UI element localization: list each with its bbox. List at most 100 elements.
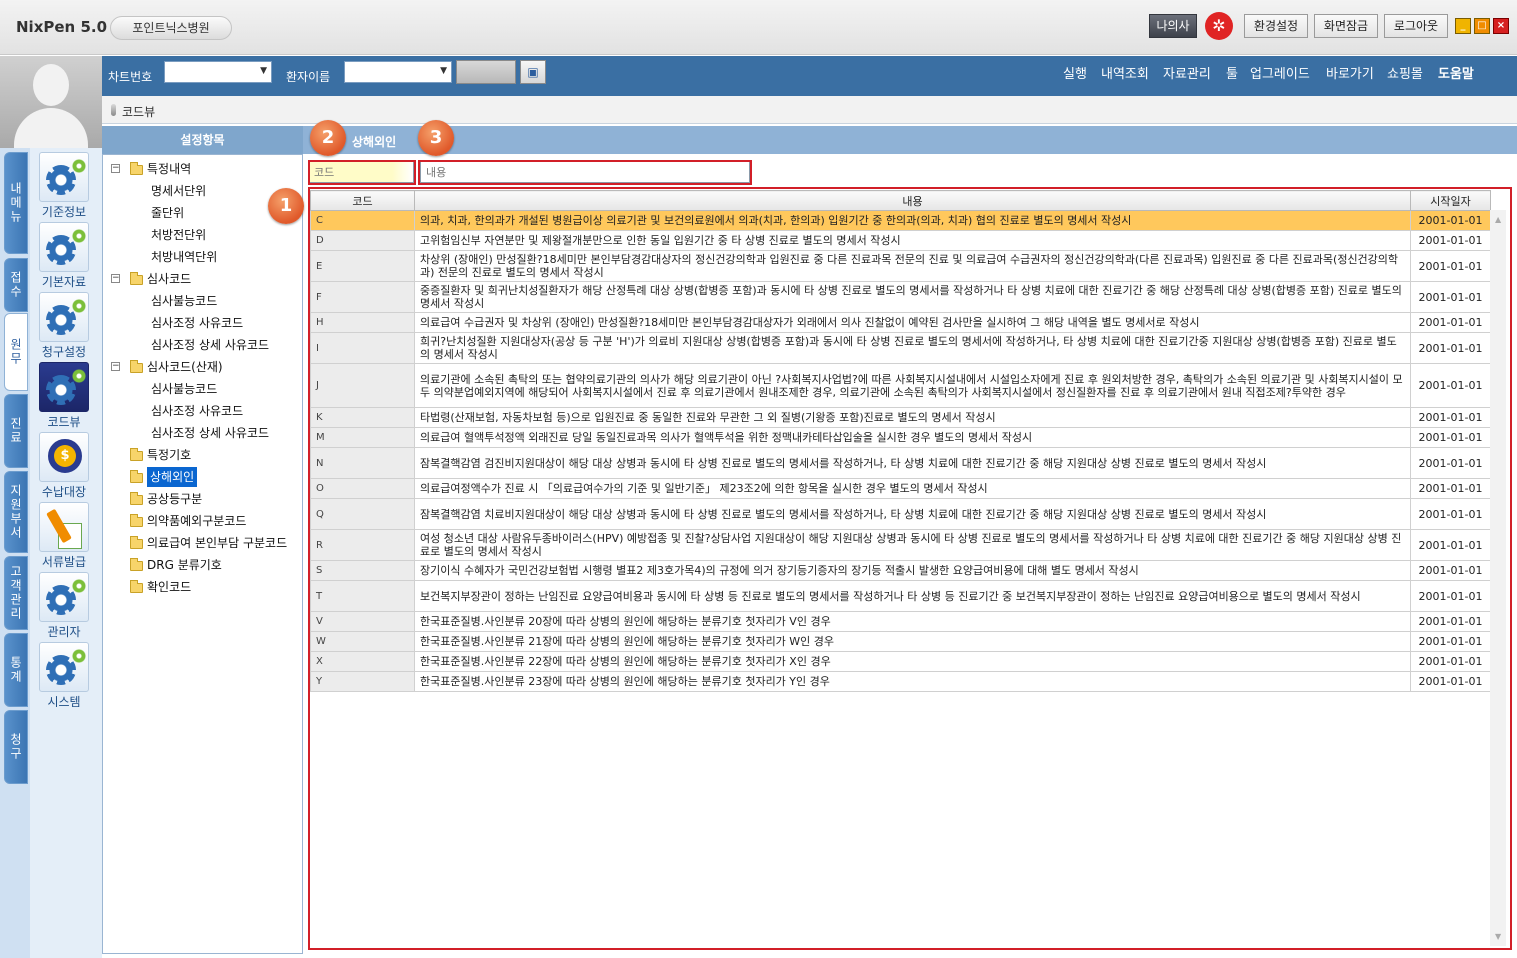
tree-node[interactable]: 의약품예외구분코드 bbox=[103, 511, 302, 531]
tab-statistics[interactable]: 통계 bbox=[4, 633, 28, 707]
tree-node[interactable]: 심사조정 사유코드 bbox=[103, 313, 302, 333]
folder-icon bbox=[130, 470, 143, 483]
tree-node[interactable]: 심사조정 사유코드 bbox=[103, 401, 302, 421]
menu-item-run[interactable]: 실행 bbox=[1063, 63, 1087, 82]
cell-content: 의료급여 수급권자 및 차상위 (장애인) 만성질환?18세미만 본인부담경감대… bbox=[414, 312, 1411, 333]
scroll-up-icon[interactable]: ▲ bbox=[1495, 215, 1501, 224]
code-search-input[interactable] bbox=[308, 161, 414, 183]
table-row[interactable]: S 장기이식 수혜자가 국민건강보험법 시행령 별표2 제3호가목4)의 규정에 … bbox=[310, 560, 1491, 581]
table-row[interactable]: E 차상위 (장애인) 만성질환?18세미만 본인부담경감대상자의 정신건강의학과… bbox=[310, 250, 1491, 282]
cell-content-text: 한국표준질병.사인분류 22장에 따라 상병의 원인에 해당하는 분류기호 첫자… bbox=[420, 655, 831, 668]
table-row[interactable]: K 타법령(산재보험, 자동차보험 등)으로 입원진료 중 동일한 진료와 무관한… bbox=[310, 407, 1491, 428]
logout-button[interactable]: 로그아웃 bbox=[1384, 14, 1448, 38]
nav-claim-settings[interactable]: 청구설정 bbox=[30, 288, 102, 359]
tree-node[interactable]: 공상등구분 bbox=[103, 489, 302, 509]
tab-administration[interactable]: 원무 bbox=[4, 313, 28, 391]
screen-lock-button[interactable]: 화면잠금 bbox=[1314, 14, 1378, 38]
menu-item-help[interactable]: 도움말 bbox=[1438, 63, 1474, 82]
column-header-start-date[interactable]: 시작일자 bbox=[1410, 190, 1491, 211]
tab-customer[interactable]: 고객관리 bbox=[4, 556, 28, 630]
table-row[interactable]: R 여성 청소년 대상 사람유두종바이러스(HPV) 예방접종 및 진찰?상담사업… bbox=[310, 529, 1491, 561]
tree-node[interactable]: − 특정내역 bbox=[103, 159, 302, 179]
menu-item-data[interactable]: 자료관리 bbox=[1163, 63, 1211, 82]
table-row[interactable]: Q 잠복결핵감염 치료비지원대상이 해당 대상 상병과 동시에 타 상병 진료로 … bbox=[310, 498, 1491, 530]
table-row[interactable]: C 의과, 치과, 한의과가 개설된 병원급이상 의료기관 및 보건의료원에서 의… bbox=[310, 210, 1491, 231]
table-row[interactable]: Y 한국표준질병.사인분류 23장에 따라 상병의 원인에 해당하는 분류기호 첫… bbox=[310, 671, 1491, 692]
tree-node[interactable]: 확인코드 bbox=[103, 577, 302, 597]
content-search-input[interactable] bbox=[420, 161, 750, 183]
menu-item-upgrade[interactable]: 업그레이드 bbox=[1250, 63, 1310, 82]
patient-search-button[interactable]: ▣ bbox=[520, 60, 546, 84]
minimize-button[interactable]: _ bbox=[1455, 18, 1471, 34]
menu-item-shop[interactable]: 쇼핑몰 bbox=[1387, 63, 1423, 82]
nav-basic-data[interactable]: 기본자료 bbox=[30, 218, 102, 289]
gear-icon bbox=[39, 572, 89, 622]
table-row[interactable]: H 의료급여 수급권자 및 차상위 (장애인) 만성질환?18세미만 본인부담경감… bbox=[310, 312, 1491, 333]
table-row[interactable]: J 의료기관에 소속된 촉탁의 또는 협약의료기관의 의사가 해당 의료기관이 아… bbox=[310, 363, 1491, 408]
collapse-icon[interactable]: − bbox=[111, 164, 120, 173]
tree-node[interactable]: 심사조정 상세 사유코드 bbox=[103, 335, 302, 355]
table-row[interactable]: O 의료급여정액수가 진료 시 「의료급여수가의 기준 및 일반기준」 제23조2… bbox=[310, 478, 1491, 499]
cell-code: O bbox=[310, 478, 415, 499]
cell-start-date: 2001-01-01 bbox=[1410, 671, 1491, 692]
nav-document-issue[interactable]: 서류발급 bbox=[30, 498, 102, 569]
table-row[interactable]: N 잠복결핵감염 검진비지원대상이 해당 대상 상병과 동시에 타 상병 진료로 … bbox=[310, 447, 1491, 479]
cell-start-date: 2001-01-01 bbox=[1410, 210, 1491, 231]
tree-node[interactable]: 심사조정 상세 사유코드 bbox=[103, 423, 302, 443]
column-header-code[interactable]: 코드 bbox=[310, 190, 415, 211]
cell-start-date: 2001-01-01 bbox=[1410, 281, 1491, 313]
collapse-icon[interactable]: − bbox=[111, 274, 120, 283]
cell-content: 타법령(산재보험, 자동차보험 등)으로 입원진료 중 동일한 진료와 무관한 … bbox=[414, 407, 1411, 428]
tree-node[interactable]: − 심사코드(산재) bbox=[103, 357, 302, 377]
menu-item-history[interactable]: 내역조회 bbox=[1101, 63, 1149, 82]
nav-admin[interactable]: 관리자 bbox=[30, 568, 102, 639]
tree-node[interactable]: 심사불능코드 bbox=[103, 379, 302, 399]
tree-node[interactable]: 의료급여 본인부담 구분코드 bbox=[103, 533, 302, 553]
settings-button[interactable]: 환경설정 bbox=[1244, 14, 1308, 38]
annotation-badge-1: 1 bbox=[268, 188, 304, 224]
cell-content: 희귀?난치성질환 지원대상자(공상 등 구분 'H')가 의료비 지원대상 상병… bbox=[414, 332, 1411, 364]
table-scrollbar[interactable] bbox=[1490, 210, 1506, 946]
tree-node-label: 명세서단위 bbox=[151, 184, 207, 198]
maximize-button[interactable]: □ bbox=[1474, 18, 1490, 34]
tab-my-menu[interactable]: 내메뉴 bbox=[4, 152, 28, 254]
cell-start-date: 2001-01-01 bbox=[1410, 363, 1491, 408]
patient-info-field[interactable] bbox=[456, 60, 516, 84]
collapse-icon[interactable]: − bbox=[111, 362, 120, 371]
tree-node[interactable]: 상해외인 bbox=[103, 467, 302, 487]
tree-node[interactable]: − 심사코드 bbox=[103, 269, 302, 289]
table-row[interactable]: X 한국표준질병.사인분류 22장에 따라 상병의 원인에 해당하는 분류기호 첫… bbox=[310, 651, 1491, 672]
tab-support[interactable]: 지원부서 bbox=[4, 471, 28, 553]
scroll-down-icon[interactable]: ▼ bbox=[1495, 932, 1501, 941]
nav-standard-info[interactable]: 기준정보 bbox=[30, 148, 102, 219]
cell-content: 차상위 (장애인) 만성질환?18세미만 본인부담경감대상자의 정신건강의학과 … bbox=[414, 250, 1411, 282]
column-header-content[interactable]: 내용 bbox=[414, 190, 1411, 211]
chart-no-select[interactable]: ▼ bbox=[164, 61, 272, 83]
tree-node[interactable]: DRG 분류기호 bbox=[103, 555, 302, 575]
tree-node[interactable]: 심사불능코드 bbox=[103, 291, 302, 311]
table-row[interactable]: W 한국표준질병.사인분류 21장에 따라 상병의 원인에 해당하는 분류기호 첫… bbox=[310, 631, 1491, 652]
nav-code-view[interactable]: 코드뷰 bbox=[30, 358, 102, 429]
table-row[interactable]: M 의료급여 혈액투석정액 외래진료 당일 동일진료과목 의사가 혈액투석을 위한… bbox=[310, 427, 1491, 448]
cell-start-date: 2001-01-01 bbox=[1410, 631, 1491, 652]
table-row[interactable]: V 한국표준질병.사인분류 20장에 따라 상병의 원인에 해당하는 분류기호 첫… bbox=[310, 611, 1491, 632]
folder-icon bbox=[130, 558, 143, 571]
nav-system[interactable]: 시스템 bbox=[30, 638, 102, 709]
tree-node[interactable]: 특정기호 bbox=[103, 445, 302, 465]
menu-item-shortcut[interactable]: 바로가기 bbox=[1326, 63, 1374, 82]
close-button[interactable]: × bbox=[1493, 18, 1509, 34]
tab-treatment[interactable]: 진료 bbox=[4, 394, 28, 468]
my-doctor-button[interactable]: 나의사 bbox=[1149, 14, 1197, 38]
table-row[interactable]: T 보건복지부장관이 정하는 난임진료 요양급여비용과 동시에 타 상병 등 진료… bbox=[310, 580, 1491, 612]
patient-name-select[interactable]: ▼ bbox=[344, 61, 452, 83]
tree-node[interactable]: 처방전단위 bbox=[103, 225, 302, 245]
tab-claims[interactable]: 청구 bbox=[4, 710, 28, 784]
cell-code: N bbox=[310, 447, 415, 479]
table-row[interactable]: I 희귀?난치성질환 지원대상자(공상 등 구분 'H')가 의료비 지원대상 상… bbox=[310, 332, 1491, 364]
menu-item-tools[interactable]: 툴 bbox=[1226, 63, 1238, 82]
table-row[interactable]: D 고위험임신부 자연분만 및 제왕절개분만으로 인한 동일 입원기간 중 타 상… bbox=[310, 230, 1491, 251]
nav-payment-ledger[interactable]: $ 수납대장 bbox=[30, 428, 102, 499]
table-row[interactable]: F 중증질환자 및 희귀난치성질환자가 해당 산정특례 대상 상병(합병증 포함)… bbox=[310, 281, 1491, 313]
tab-reception[interactable]: 접수 bbox=[4, 258, 28, 312]
tree-node[interactable]: 처방내역단위 bbox=[103, 247, 302, 267]
